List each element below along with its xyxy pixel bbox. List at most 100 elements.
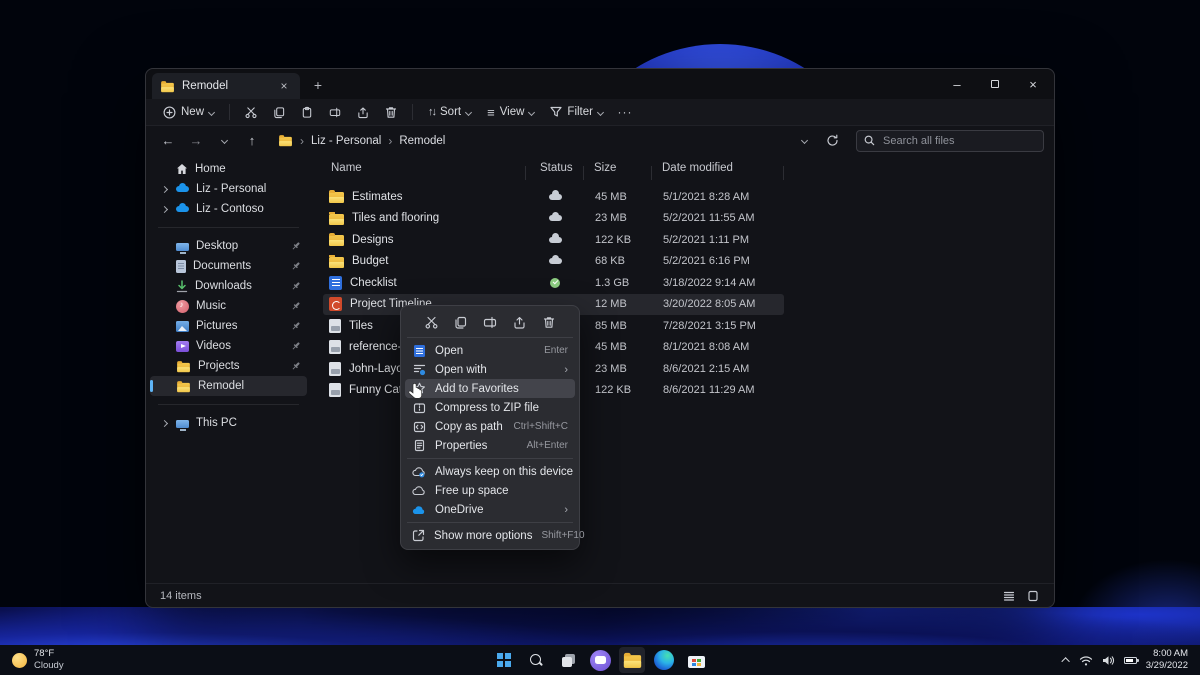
filter-button[interactable]: Filter [543, 101, 610, 123]
sidebar-item-this-pc[interactable]: This PC [150, 413, 307, 433]
tab-bar: Remodel × + – × [146, 69, 1054, 99]
properties-icon [412, 439, 426, 452]
sidebar-item-home[interactable]: Home [150, 159, 307, 179]
chevron-right-icon[interactable] [160, 205, 169, 213]
refresh-icon [826, 134, 838, 146]
search-input[interactable] [881, 133, 1021, 148]
battery-icon[interactable] [1123, 656, 1139, 664]
file-row[interactable]: Estimates 45 MB 5/1/2021 8:28 AM [323, 186, 784, 208]
column-header-date-modified[interactable]: Date modified [652, 162, 784, 180]
tab-remodel[interactable]: Remodel × [152, 73, 300, 99]
copy-button[interactable] [266, 101, 292, 123]
sidebar-item-desktop[interactable]: Desktop [150, 236, 307, 256]
share-button[interactable] [510, 312, 530, 332]
chevron-right-icon[interactable] [160, 419, 169, 427]
sidebar-item-liz-contoso[interactable]: Liz - Contoso [150, 199, 307, 219]
minimize-button[interactable]: – [938, 69, 976, 99]
tab-close-icon[interactable]: × [276, 79, 292, 93]
sidebar-item-videos[interactable]: Videos [150, 336, 307, 356]
submenu-arrow-icon: › [564, 503, 568, 516]
desktop-icon [176, 242, 189, 254]
taskbar-clock[interactable]: 8:00 AM 3/29/2022 [1146, 648, 1188, 673]
wifi-icon[interactable] [1079, 655, 1093, 666]
maximize-button[interactable] [976, 69, 1014, 99]
menu-item-properties[interactable]: Properties Alt+Enter [405, 436, 575, 455]
sidebar-item-music[interactable]: Music [150, 296, 307, 316]
volume-icon[interactable] [1102, 655, 1115, 666]
see-more-button[interactable]: ··· [612, 101, 638, 123]
maximize-icon [991, 80, 999, 88]
file-row[interactable]: Checklist 1.3 GB 3/18/2022 9:14 AM [323, 272, 784, 294]
column-header-size[interactable]: Size [584, 162, 652, 180]
sidebar-divider [158, 227, 299, 228]
large-icons-view-icon [1028, 590, 1038, 601]
sidebar-item-projects[interactable]: Projects [150, 356, 307, 376]
column-header-status[interactable]: Status [526, 162, 584, 180]
chevron-down-icon [207, 108, 216, 116]
sidebar-item-downloads[interactable]: Downloads [150, 276, 307, 296]
file-row[interactable]: Budget 68 KB 5/2/2021 6:16 PM [323, 251, 784, 273]
view-button[interactable]: ≡ View [480, 101, 541, 123]
delete-button[interactable] [539, 312, 559, 332]
cut-button[interactable] [421, 312, 441, 332]
sidebar-item-remodel[interactable]: Remodel [150, 376, 307, 396]
rename-button[interactable] [480, 312, 500, 332]
cloud-status-icon [548, 190, 562, 200]
tray-chevron-up-icon[interactable] [1061, 657, 1070, 666]
chat-icon [589, 649, 611, 671]
pictures-icon [176, 321, 189, 332]
new-tab-button[interactable]: + [310, 77, 326, 93]
menu-item-free-up-space[interactable]: Free up space [405, 481, 575, 500]
sidebar-item-documents[interactable]: Documents [150, 256, 307, 276]
weather-widget[interactable]: 78°F Cloudy [0, 648, 200, 672]
breadcrumb-item-remodel[interactable]: Remodel [399, 135, 445, 147]
cut-button[interactable] [238, 101, 264, 123]
copy-button[interactable] [451, 312, 471, 332]
store-button[interactable] [683, 647, 709, 673]
sidebar-item-pictures[interactable]: Pictures [150, 316, 307, 336]
file-explorer-button[interactable] [619, 647, 645, 673]
menu-item-open[interactable]: Open Enter [405, 341, 575, 360]
close-button[interactable]: × [1014, 69, 1052, 99]
menu-item-open-with[interactable]: Open with › [405, 360, 575, 379]
column-header-name[interactable]: Name [323, 162, 526, 180]
delete-button[interactable] [378, 101, 404, 123]
start-button[interactable] [491, 647, 517, 673]
new-button[interactable]: New [156, 101, 221, 123]
chevron-down-icon [596, 108, 605, 116]
menu-item-always-keep-on-device[interactable]: Always keep on this device [405, 462, 575, 481]
share-button[interactable] [350, 101, 376, 123]
refresh-button[interactable] [820, 130, 844, 152]
menu-item-compress-zip[interactable]: Compress to ZIP file [405, 398, 575, 417]
paste-button[interactable] [294, 101, 320, 123]
up-button[interactable]: ↑ [240, 130, 264, 152]
back-button[interactable]: ← [156, 130, 180, 152]
powerpoint-icon [329, 297, 342, 312]
file-row[interactable]: Tiles and flooring 23 MB 5/2/2021 11:55 … [323, 208, 784, 230]
cut-icon [245, 106, 257, 118]
menu-item-show-more-options[interactable]: Show more options Shift+F10 [405, 526, 585, 545]
breadcrumb-item-personal[interactable]: Liz - Personal [311, 135, 381, 147]
sidebar-item-liz-personal[interactable]: Liz - Personal [150, 179, 307, 199]
edge-button[interactable] [651, 647, 677, 673]
file-row[interactable]: Designs 122 KB 5/2/2021 1:11 PM [323, 229, 784, 251]
chevron-right-icon[interactable] [160, 185, 169, 193]
chat-button[interactable] [587, 647, 613, 673]
menu-item-copy-as-path[interactable]: Copy as path Ctrl+Shift+C [405, 417, 575, 436]
task-view-button[interactable] [555, 647, 581, 673]
taskbar-search-button[interactable] [523, 647, 549, 673]
wallpaper-bloom-ribbons [0, 607, 1200, 645]
folder-icon [177, 380, 190, 392]
search-box[interactable] [856, 129, 1044, 152]
menu-item-onedrive[interactable]: OneDrive › [405, 500, 575, 519]
menu-item-add-to-favorites[interactable]: Add to Favorites [405, 379, 575, 398]
sort-button[interactable]: ↑↓ Sort [421, 101, 478, 123]
rename-button[interactable] [322, 101, 348, 123]
recent-locations-button[interactable] [212, 130, 236, 152]
forward-button[interactable]: → [184, 130, 208, 152]
details-view-toggle[interactable] [1002, 589, 1016, 603]
large-icons-view-toggle[interactable] [1026, 589, 1040, 603]
downloads-icon [176, 279, 188, 292]
address-dropdown-button[interactable] [792, 130, 816, 152]
cloud-status-icon [548, 233, 562, 243]
